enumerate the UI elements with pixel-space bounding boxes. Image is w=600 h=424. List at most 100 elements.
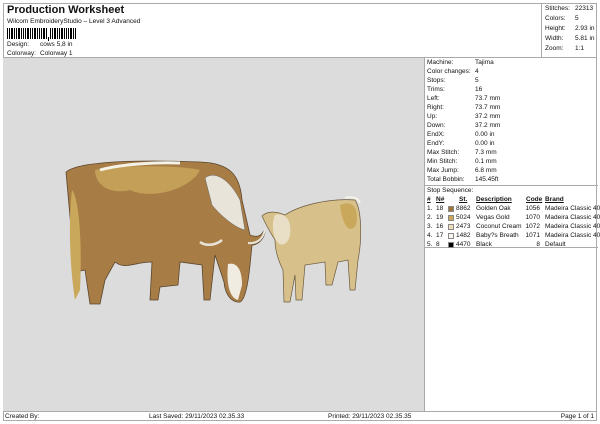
detail-value: 37.2 mm bbox=[475, 122, 501, 129]
colorway-label: Colorway: bbox=[7, 50, 36, 57]
detail-label: Down: bbox=[427, 122, 446, 129]
stat-width: Width: 5.81 in bbox=[545, 35, 595, 42]
detail-value: 0.00 in bbox=[475, 140, 495, 147]
details-panel: Stop Sequence: # N# St. Description Code… bbox=[424, 58, 600, 411]
stop-num: 2. bbox=[427, 214, 433, 221]
stat-zoom: Zoom: 1:1 bbox=[545, 45, 585, 52]
needle: 8 bbox=[436, 241, 440, 248]
detail-label: Total Bobbin: bbox=[427, 176, 465, 183]
detail-row: Color changes: 4 bbox=[427, 68, 479, 75]
detail-value: 37.2 mm bbox=[475, 113, 501, 120]
detail-row: Min Stitch: 0.1 mm bbox=[427, 158, 497, 165]
col-num: # bbox=[427, 196, 431, 203]
detail-label: EndY: bbox=[427, 140, 445, 147]
detail-value: 5 bbox=[475, 77, 479, 84]
stop-num: 5. bbox=[427, 241, 433, 248]
detail-value: 73.7 mm bbox=[475, 104, 501, 111]
detail-row: Up: 37.2 mm bbox=[427, 113, 500, 120]
needle: 19 bbox=[436, 214, 444, 221]
brand: Madeira Classic 40 bbox=[545, 214, 600, 221]
detail-label: Trims: bbox=[427, 86, 445, 93]
subtitle: Wilcom EmbroideryStudio – Level 3 Advanc… bbox=[7, 18, 141, 25]
detail-value: 73.7 mm bbox=[475, 95, 501, 102]
detail-value: 6.8 mm bbox=[475, 167, 497, 174]
stop-num: 1. bbox=[427, 205, 433, 212]
detail-label: Right: bbox=[427, 104, 444, 111]
detail-value: 16 bbox=[475, 86, 483, 93]
header: Production Worksheet Wilcom EmbroiderySt… bbox=[3, 3, 541, 58]
description: Baby?s Breath bbox=[476, 232, 519, 239]
col-n: N# bbox=[436, 196, 445, 203]
code: 1070 bbox=[525, 214, 540, 221]
brand: Madeira Classic 40 bbox=[545, 232, 600, 239]
brand: Madeira Classic 40 bbox=[545, 205, 600, 212]
brand: Default bbox=[545, 241, 566, 248]
stats-box: Stitches: 22313 Colors: 5 Height: 2.93 in W… bbox=[541, 3, 597, 58]
detail-row: Max Jump: 6.8 mm bbox=[427, 167, 497, 174]
detail-label: Stops: bbox=[427, 77, 446, 84]
detail-label: Color changes: bbox=[427, 68, 471, 75]
brand: Madeira Classic 40 bbox=[545, 223, 600, 230]
stitches: 5024 bbox=[456, 214, 471, 221]
stat-stitches: Stitches: 22313 bbox=[545, 5, 594, 12]
detail-value: 145.45ft bbox=[475, 176, 499, 183]
design-row: Design: cows 5,8 in bbox=[7, 41, 73, 48]
last-saved: Last Saved: 29/11/2023 02.35.33 bbox=[149, 413, 245, 420]
detail-row: EndX: 0.00 in bbox=[427, 131, 495, 138]
color-swatch bbox=[448, 233, 454, 239]
needle: 18 bbox=[436, 205, 444, 212]
col-code: Code bbox=[526, 196, 543, 203]
divider bbox=[425, 185, 598, 186]
cows-embroidery-image bbox=[65, 160, 362, 305]
color-swatch bbox=[448, 242, 454, 248]
stitches: 2473 bbox=[456, 223, 471, 230]
printed: Printed: 29/11/2023 02.35.35 bbox=[328, 413, 412, 420]
stop-sequence-title: Stop Sequence: bbox=[427, 187, 474, 194]
detail-value: 4 bbox=[475, 68, 479, 75]
stop-num: 3. bbox=[427, 223, 433, 230]
color-swatch bbox=[448, 224, 454, 230]
detail-label: Up: bbox=[427, 113, 438, 120]
needle: 17 bbox=[436, 232, 444, 239]
stat-colors: Colors: 5 bbox=[545, 15, 579, 22]
design-preview bbox=[3, 58, 424, 411]
detail-row: Max Stitch: 7.3 mm bbox=[427, 149, 497, 156]
design-label: Design: bbox=[7, 41, 30, 48]
code: 8 bbox=[536, 241, 540, 248]
col-st: St. bbox=[459, 196, 468, 203]
colorway-row: Colorway: Colorway 1 bbox=[7, 50, 73, 57]
detail-row: Down: 37.2 mm bbox=[427, 122, 500, 129]
stop-num: 4. bbox=[427, 232, 433, 239]
page-number: Page 1 of 1 bbox=[560, 413, 594, 420]
detail-value: 0.00 in bbox=[475, 131, 495, 138]
code: 1071 bbox=[525, 232, 540, 239]
detail-row: Right: 73.7 mm bbox=[427, 104, 500, 111]
description: Coconut Cream bbox=[476, 223, 522, 230]
colorway-value: Colorway 1 bbox=[40, 50, 73, 57]
description: Golden Oak bbox=[476, 205, 511, 212]
description: Vegas Gold bbox=[476, 214, 510, 221]
page-title: Production Worksheet bbox=[7, 4, 125, 16]
code: 1072 bbox=[525, 223, 540, 230]
detail-row: Left: 73.7 mm bbox=[427, 95, 500, 102]
detail-row: Machine: Tajima bbox=[427, 59, 494, 66]
barcode bbox=[7, 28, 85, 41]
detail-label: Max Stitch: bbox=[427, 149, 460, 156]
code: 1056 bbox=[525, 205, 540, 212]
design-value: cows 5,8 in bbox=[40, 41, 73, 48]
stitches: 1482 bbox=[456, 232, 471, 239]
detail-value: 7.3 mm bbox=[475, 149, 497, 156]
stat-height: Height: 2.93 in bbox=[545, 25, 595, 32]
detail-label: Min Stitch: bbox=[427, 158, 458, 165]
footer: Created By: Last Saved: 29/11/2023 02.35… bbox=[3, 411, 597, 421]
detail-label: Left: bbox=[427, 95, 440, 102]
detail-value: Tajima bbox=[475, 59, 494, 66]
detail-row: Trims: 16 bbox=[427, 86, 482, 93]
needle: 16 bbox=[436, 223, 444, 230]
detail-value: 0.1 mm bbox=[475, 158, 497, 165]
stitches: 4470 bbox=[456, 241, 471, 248]
created-by: Created By: bbox=[5, 413, 40, 420]
description: Black bbox=[476, 241, 492, 248]
detail-row: Stops: 5 bbox=[427, 77, 479, 84]
color-swatch bbox=[448, 215, 454, 221]
